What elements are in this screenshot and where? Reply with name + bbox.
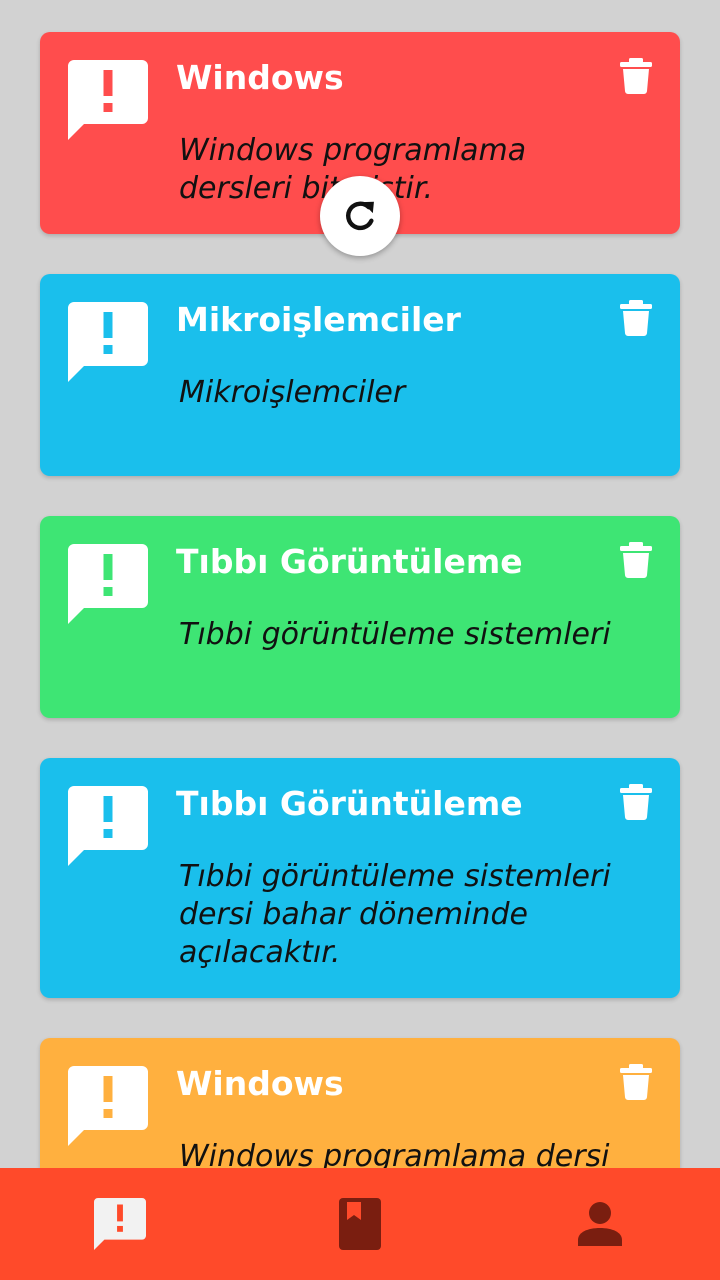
bottom-navigation <box>0 1168 720 1280</box>
announcement-body: Windows programlama dersi <box>179 1139 610 1168</box>
announcement-title: Tıbbı Görüntüleme <box>176 542 523 581</box>
announcement-card[interactable]: Windows Windows programlama dersi <box>40 1038 680 1168</box>
alert-bubble-icon <box>68 302 148 382</box>
announcement-card[interactable]: Tıbbı Görüntüleme Tıbbi görüntüleme sist… <box>40 516 680 718</box>
nav-courses[interactable] <box>240 1168 480 1280</box>
alert-bubble-icon <box>68 786 148 866</box>
trash-icon[interactable] <box>620 542 652 578</box>
announcement-list[interactable]: Windows Windows programlama dersleri bit… <box>0 0 720 1168</box>
announcement-card[interactable]: Mikroişlemciler Mikroişlemciler <box>40 274 680 476</box>
alert-bubble-icon <box>68 544 148 624</box>
announcement-body: Windows programlama dersleri bitmiştir. <box>179 133 527 206</box>
alert-bubble-icon <box>68 60 148 140</box>
profile-icon <box>578 1202 622 1246</box>
trash-icon[interactable] <box>620 784 652 820</box>
nav-announcements[interactable] <box>0 1168 240 1280</box>
announcement-body: Mikroişlemciler <box>179 375 406 410</box>
refresh-button[interactable] <box>320 176 400 256</box>
announcement-title: Windows <box>176 1064 344 1103</box>
announcement-title: Mikroişlemciler <box>176 300 461 339</box>
book-icon <box>339 1198 381 1250</box>
announcement-body: Tıbbi görüntüleme sistemleri <box>179 617 611 652</box>
announcement-title: Tıbbı Görüntüleme <box>176 784 523 823</box>
refresh-icon <box>346 201 374 231</box>
trash-icon[interactable] <box>620 1064 652 1100</box>
announcements-icon <box>94 1198 146 1250</box>
announcement-body: Tıbbi görüntüleme sistemleri dersi bahar… <box>179 859 611 970</box>
nav-profile[interactable] <box>480 1168 720 1280</box>
announcement-title: Windows <box>176 58 344 97</box>
trash-icon[interactable] <box>620 58 652 94</box>
alert-bubble-icon <box>68 1066 148 1146</box>
announcement-card[interactable]: Tıbbı Görüntüleme Tıbbi görüntüleme sist… <box>40 758 680 998</box>
trash-icon[interactable] <box>620 300 652 336</box>
